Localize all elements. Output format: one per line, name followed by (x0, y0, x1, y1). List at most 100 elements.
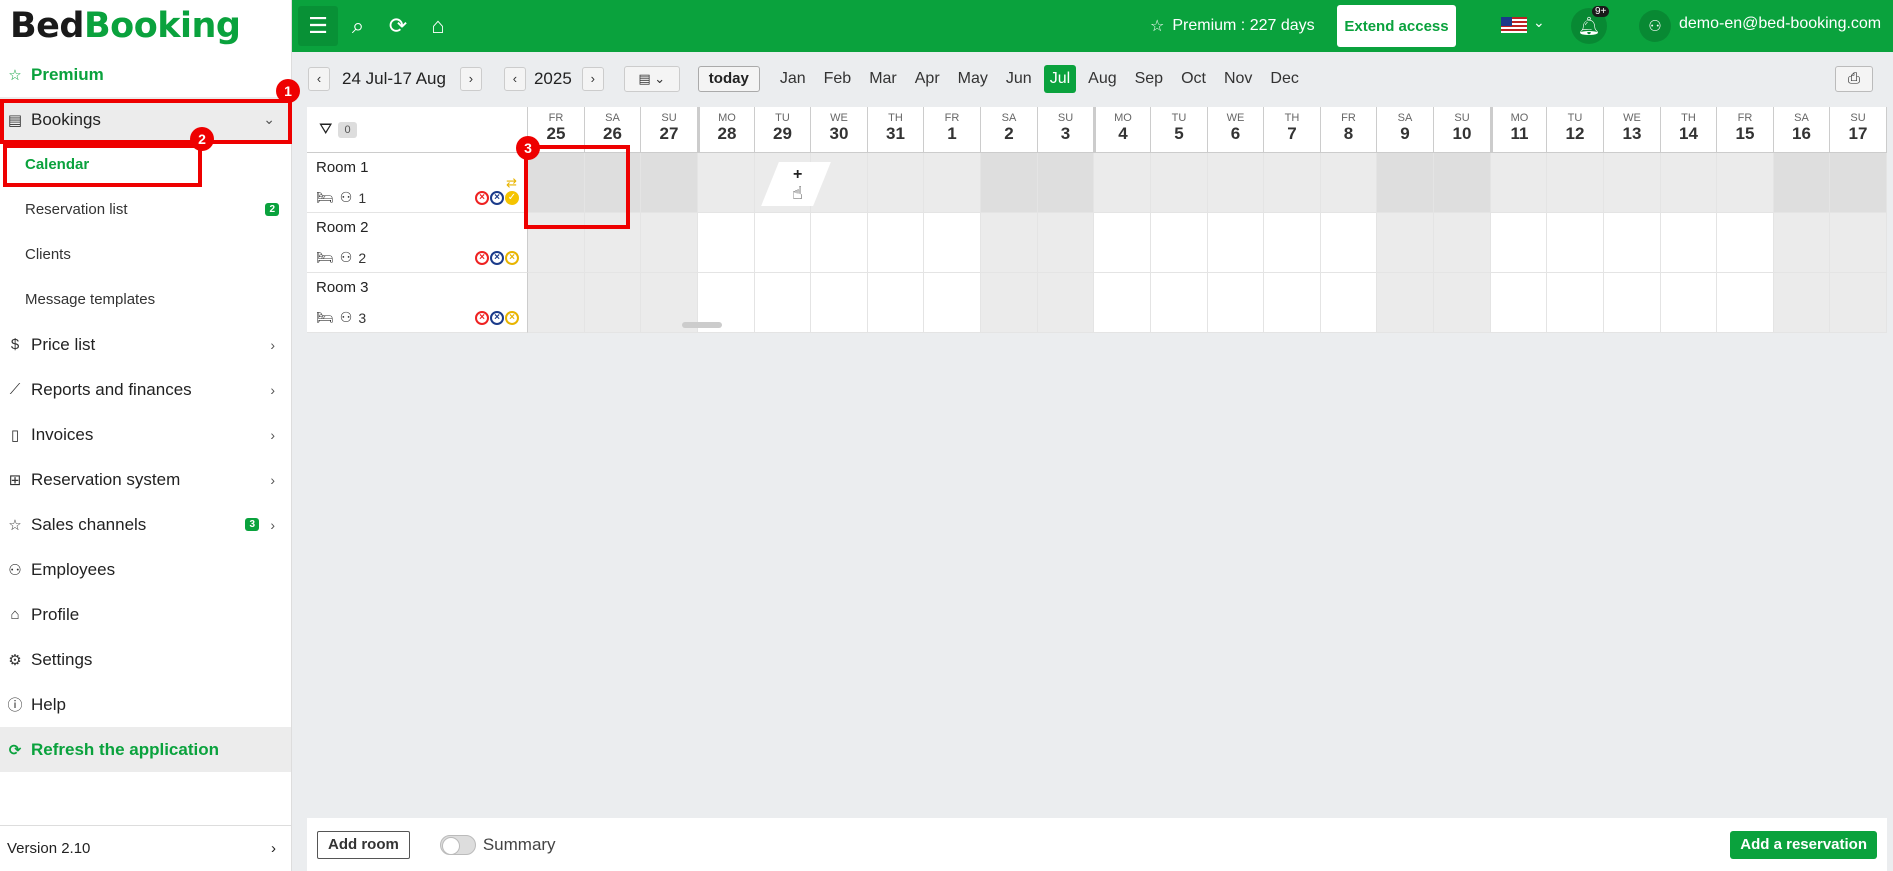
chevron-down-icon[interactable]: ⌄ (1533, 14, 1545, 31)
print-button[interactable]: ⎙ (1835, 65, 1873, 92)
calendar-cell[interactable] (981, 273, 1038, 333)
sidebar-item-profile[interactable]: ⌂ Profile (0, 592, 291, 637)
sidebar-item-invoices[interactable]: ▯ Invoices › (0, 412, 291, 457)
sidebar-item-reports[interactable]: ⟋ Reports and finances › (0, 367, 291, 412)
calendar-cell[interactable] (1434, 273, 1491, 333)
month-apr[interactable]: Apr (909, 65, 946, 93)
room-row[interactable]: Room 2 🛏︎ ⚇ 2 × × × (307, 213, 528, 273)
month-feb[interactable]: Feb (818, 65, 858, 93)
calendar-cell[interactable] (1434, 213, 1491, 273)
extend-access-button[interactable]: Extend access (1337, 5, 1456, 47)
month-sep[interactable]: Sep (1129, 65, 1169, 93)
calendar-cell[interactable] (868, 273, 924, 333)
calendar-cell[interactable] (1321, 153, 1377, 213)
sidebar-item-reservation-list[interactable]: Reservation list 2 (0, 187, 291, 232)
calendar-cell[interactable] (1151, 273, 1208, 333)
month-jan[interactable]: Jan (774, 65, 812, 93)
calendar-cell[interactable] (1038, 153, 1094, 213)
version-row[interactable]: Version 2.10 › (0, 825, 292, 871)
sidebar-item-message-templates[interactable]: Message templates (0, 277, 291, 322)
calendar-cell[interactable] (1717, 153, 1774, 213)
sidebar-item-refresh[interactable]: ⟳ Refresh the application (0, 727, 291, 772)
calendar-cell[interactable] (1661, 273, 1717, 333)
calendar-cell[interactable] (698, 213, 755, 273)
new-reservation-cell[interactable]: + ☝ (760, 156, 832, 211)
calendar-cell[interactable] (981, 213, 1038, 273)
calendar-cell[interactable] (1604, 153, 1661, 213)
add-reservation-button[interactable]: Add a reservation (1730, 830, 1877, 859)
calendar-cell[interactable] (1094, 213, 1151, 273)
calendar-cell[interactable] (1547, 273, 1604, 333)
calendar-cell[interactable] (1151, 153, 1208, 213)
home-icon[interactable]: ⌂ (418, 6, 458, 46)
calendar-cell[interactable] (641, 153, 698, 213)
calendar-cell[interactable] (1830, 273, 1887, 333)
calendar-cell[interactable] (924, 213, 981, 273)
summary-toggle[interactable] (439, 834, 476, 855)
calendar-cell[interactable] (1377, 213, 1434, 273)
calendar-cell[interactable] (1830, 153, 1887, 213)
calendar-cell[interactable] (1264, 273, 1321, 333)
room-filter[interactable]: ⛛ 0 (307, 107, 528, 153)
calendar-cell[interactable] (1661, 213, 1717, 273)
user-icon[interactable]: ⚇ (1639, 10, 1671, 42)
horizontal-scrollbar[interactable] (682, 322, 722, 328)
month-may[interactable]: May (952, 65, 994, 93)
calendar-cell[interactable] (868, 153, 924, 213)
prev-range-button[interactable]: ‹ (308, 66, 330, 91)
sidebar-item-help[interactable]: ⓘ Help (0, 682, 291, 727)
calendar-cell[interactable] (981, 153, 1038, 213)
prev-year-button[interactable]: ‹ (503, 66, 526, 91)
month-oct[interactable]: Oct (1175, 65, 1212, 93)
calendar-cell[interactable] (1208, 213, 1264, 273)
calendar-cell[interactable] (1038, 213, 1094, 273)
sidebar-item-clients[interactable]: Clients (0, 232, 291, 277)
month-dec[interactable]: Dec (1264, 65, 1304, 93)
sidebar-item-reservation-system[interactable]: ⊞ Reservation system › (0, 457, 291, 502)
calendar-cell[interactable] (868, 213, 924, 273)
calendar-cell[interactable] (924, 153, 981, 213)
calendar-cell[interactable] (1491, 213, 1547, 273)
calendar-cell[interactable] (1208, 153, 1264, 213)
calendar-cell[interactable] (1208, 273, 1264, 333)
next-year-button[interactable]: › (581, 66, 604, 91)
calendar-cell[interactable] (1547, 153, 1604, 213)
calendar-cell[interactable] (1717, 213, 1774, 273)
calendar-cell[interactable] (1604, 213, 1661, 273)
calendar-cell[interactable] (755, 273, 811, 333)
sidebar-item-sales-channels[interactable]: ☆ Sales channels 3 › (0, 502, 291, 547)
sidebar-item-employees[interactable]: ⚇ Employees (0, 547, 291, 592)
calendar-cell[interactable] (1434, 153, 1491, 213)
calendar-cell[interactable] (1491, 273, 1547, 333)
room-row[interactable]: Room 1 ⇄ 🛏︎ ⚇ 1 × × ✓ (307, 153, 528, 213)
calendar-cell[interactable] (1151, 213, 1208, 273)
calendar-cell[interactable] (1094, 153, 1151, 213)
sidebar-item-settings[interactable]: ⚙ Settings (0, 637, 291, 682)
calendar-cell[interactable] (585, 273, 641, 333)
calendar-cell[interactable] (1321, 273, 1377, 333)
calendar-cell[interactable] (698, 153, 755, 213)
calendar-cell[interactable] (1321, 213, 1377, 273)
calendar-cell[interactable] (755, 213, 811, 273)
calendar-cell[interactable] (1717, 273, 1774, 333)
month-jun[interactable]: Jun (1000, 65, 1038, 93)
calendar-cell[interactable] (1547, 213, 1604, 273)
month-jul[interactable]: Jul (1043, 64, 1077, 93)
next-range-button[interactable]: › (459, 66, 482, 91)
calendar-cell[interactable] (1491, 153, 1547, 213)
month-aug[interactable]: Aug (1082, 65, 1122, 93)
calendar-cell[interactable] (1661, 153, 1717, 213)
today-button[interactable]: today (697, 65, 760, 92)
add-room-button[interactable]: Add room (317, 830, 410, 859)
calendar-cell[interactable] (811, 273, 868, 333)
month-mar[interactable]: Mar (863, 65, 903, 93)
sidebar-item-premium[interactable]: ☆ Premium (0, 52, 291, 97)
calendar-cell[interactable] (811, 213, 868, 273)
refresh-icon[interactable]: ⟳ (378, 6, 418, 46)
calendar-cell[interactable] (1774, 273, 1830, 333)
sidebar-item-price-list[interactable]: $ Price list › (0, 322, 291, 367)
room-row[interactable]: Room 3 🛏︎ ⚇ 3 × × × (307, 273, 528, 333)
calendar-cell[interactable] (1774, 153, 1830, 213)
month-nov[interactable]: Nov (1218, 65, 1258, 93)
app-logo[interactable]: Bed Booking (0, 0, 291, 52)
